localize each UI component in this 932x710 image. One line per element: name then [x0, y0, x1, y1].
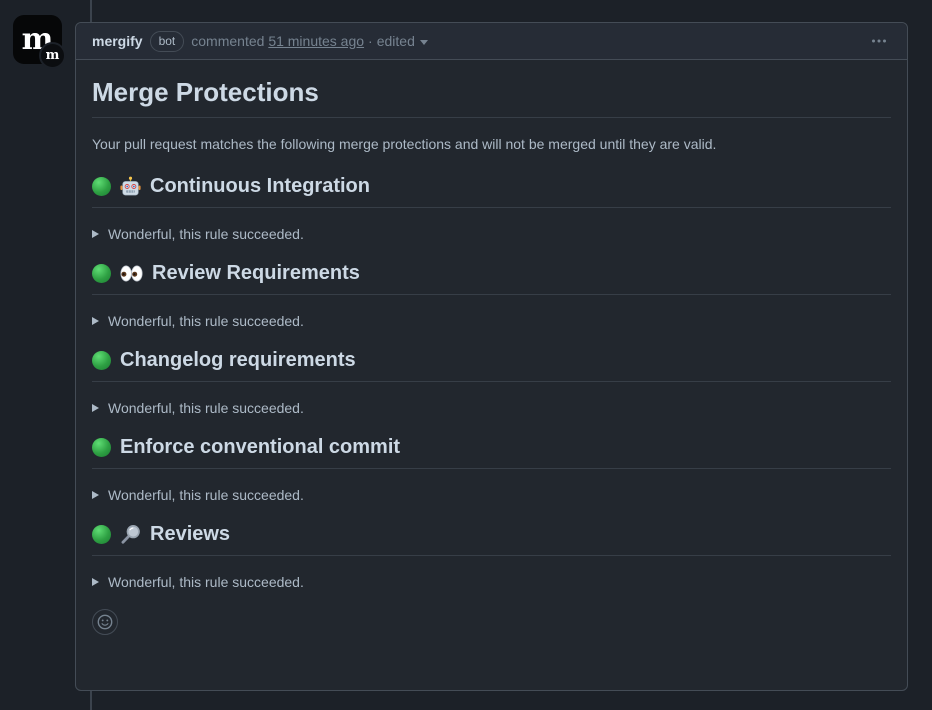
edited-label: edited: [377, 33, 415, 49]
rule-details: Wonderful, this rule succeeded.: [92, 224, 891, 244]
kebab-horizontal-icon: [871, 33, 887, 49]
rule-heading: Continuous Integration: [92, 174, 891, 208]
author-avatar[interactable]: m m: [13, 15, 63, 65]
rule-heading: Reviews: [92, 522, 891, 556]
rule-heading: Review Requirements: [92, 261, 891, 295]
eyes-icon: [120, 265, 143, 282]
green-circle-icon: [92, 177, 111, 196]
green-circle-icon: [92, 438, 111, 457]
rule-summary-text: Wonderful, this rule succeeded.: [108, 398, 304, 418]
rule-title: Continuous Integration: [150, 174, 370, 199]
commented-label: commented: [191, 33, 264, 49]
triangle-right-icon: [92, 491, 99, 499]
rule-section: Review Requirements Wonderful, this rule…: [92, 261, 891, 331]
rule-section: Reviews Wonderful, this rule succeeded.: [92, 522, 891, 592]
robot-icon: [120, 176, 141, 197]
bot-avatar-badge: m: [39, 42, 66, 69]
rule-title: Enforce conventional commit: [120, 435, 400, 460]
timestamp-link[interactable]: 51 minutes ago: [268, 33, 364, 49]
rule-title: Reviews: [150, 522, 230, 547]
rule-summary[interactable]: Wonderful, this rule succeeded.: [92, 224, 891, 244]
author-name[interactable]: mergify: [92, 33, 143, 49]
rule-section: Changelog requirements Wonderful, this r…: [92, 348, 891, 418]
add-reaction-button[interactable]: [92, 609, 118, 635]
smiley-icon: [97, 614, 113, 630]
triangle-right-icon: [92, 404, 99, 412]
triangle-right-icon: [92, 317, 99, 325]
rule-title: Changelog requirements: [120, 348, 356, 373]
rule-summary[interactable]: Wonderful, this rule succeeded.: [92, 398, 891, 418]
chevron-down-icon: [420, 40, 428, 45]
green-circle-icon: [92, 351, 111, 370]
rule-details: Wonderful, this rule succeeded.: [92, 485, 891, 505]
speech-caret-inner: [69, 34, 77, 50]
comment-options-button[interactable]: [867, 29, 891, 53]
intro-text: Your pull request matches the following …: [92, 134, 891, 154]
rule-section: Continuous Integration Wonderful, this r…: [92, 174, 891, 244]
rule-summary[interactable]: Wonderful, this rule succeeded.: [92, 311, 891, 331]
green-circle-icon: [92, 525, 111, 544]
rule-summary-text: Wonderful, this rule succeeded.: [108, 485, 304, 505]
rules-list: Continuous Integration Wonderful, this r…: [92, 174, 891, 592]
page-title: Merge Protections: [92, 76, 891, 118]
rule-details: Wonderful, this rule succeeded.: [92, 572, 891, 592]
comment-card: mergify bot commented 51 minutes ago · e…: [75, 22, 908, 691]
rule-summary[interactable]: Wonderful, this rule succeeded.: [92, 572, 891, 592]
rule-title: Review Requirements: [152, 261, 360, 286]
edited-dropdown[interactable]: edited: [377, 33, 428, 49]
rule-summary-text: Wonderful, this rule succeeded.: [108, 572, 304, 592]
green-circle-icon: [92, 264, 111, 283]
triangle-right-icon: [92, 578, 99, 586]
bot-badge: bot: [150, 31, 185, 52]
reaction-row: [92, 609, 891, 635]
rule-heading: Changelog requirements: [92, 348, 891, 382]
bot-avatar-badge-letter: m: [46, 48, 60, 63]
comment-body: Merge Protections Your pull request matc…: [76, 60, 907, 651]
rule-details: Wonderful, this rule succeeded.: [92, 398, 891, 418]
triangle-right-icon: [92, 230, 99, 238]
comment-header: mergify bot commented 51 minutes ago · e…: [76, 23, 907, 60]
magnifying-glass-icon: [120, 524, 141, 545]
rule-section: Enforce conventional commit Wonderful, t…: [92, 435, 891, 505]
rule-details: Wonderful, this rule succeeded.: [92, 311, 891, 331]
rule-summary-text: Wonderful, this rule succeeded.: [108, 311, 304, 331]
header-separator: ·: [368, 33, 373, 49]
rule-summary-text: Wonderful, this rule succeeded.: [108, 224, 304, 244]
rule-summary[interactable]: Wonderful, this rule succeeded.: [92, 485, 891, 505]
rule-heading: Enforce conventional commit: [92, 435, 891, 469]
